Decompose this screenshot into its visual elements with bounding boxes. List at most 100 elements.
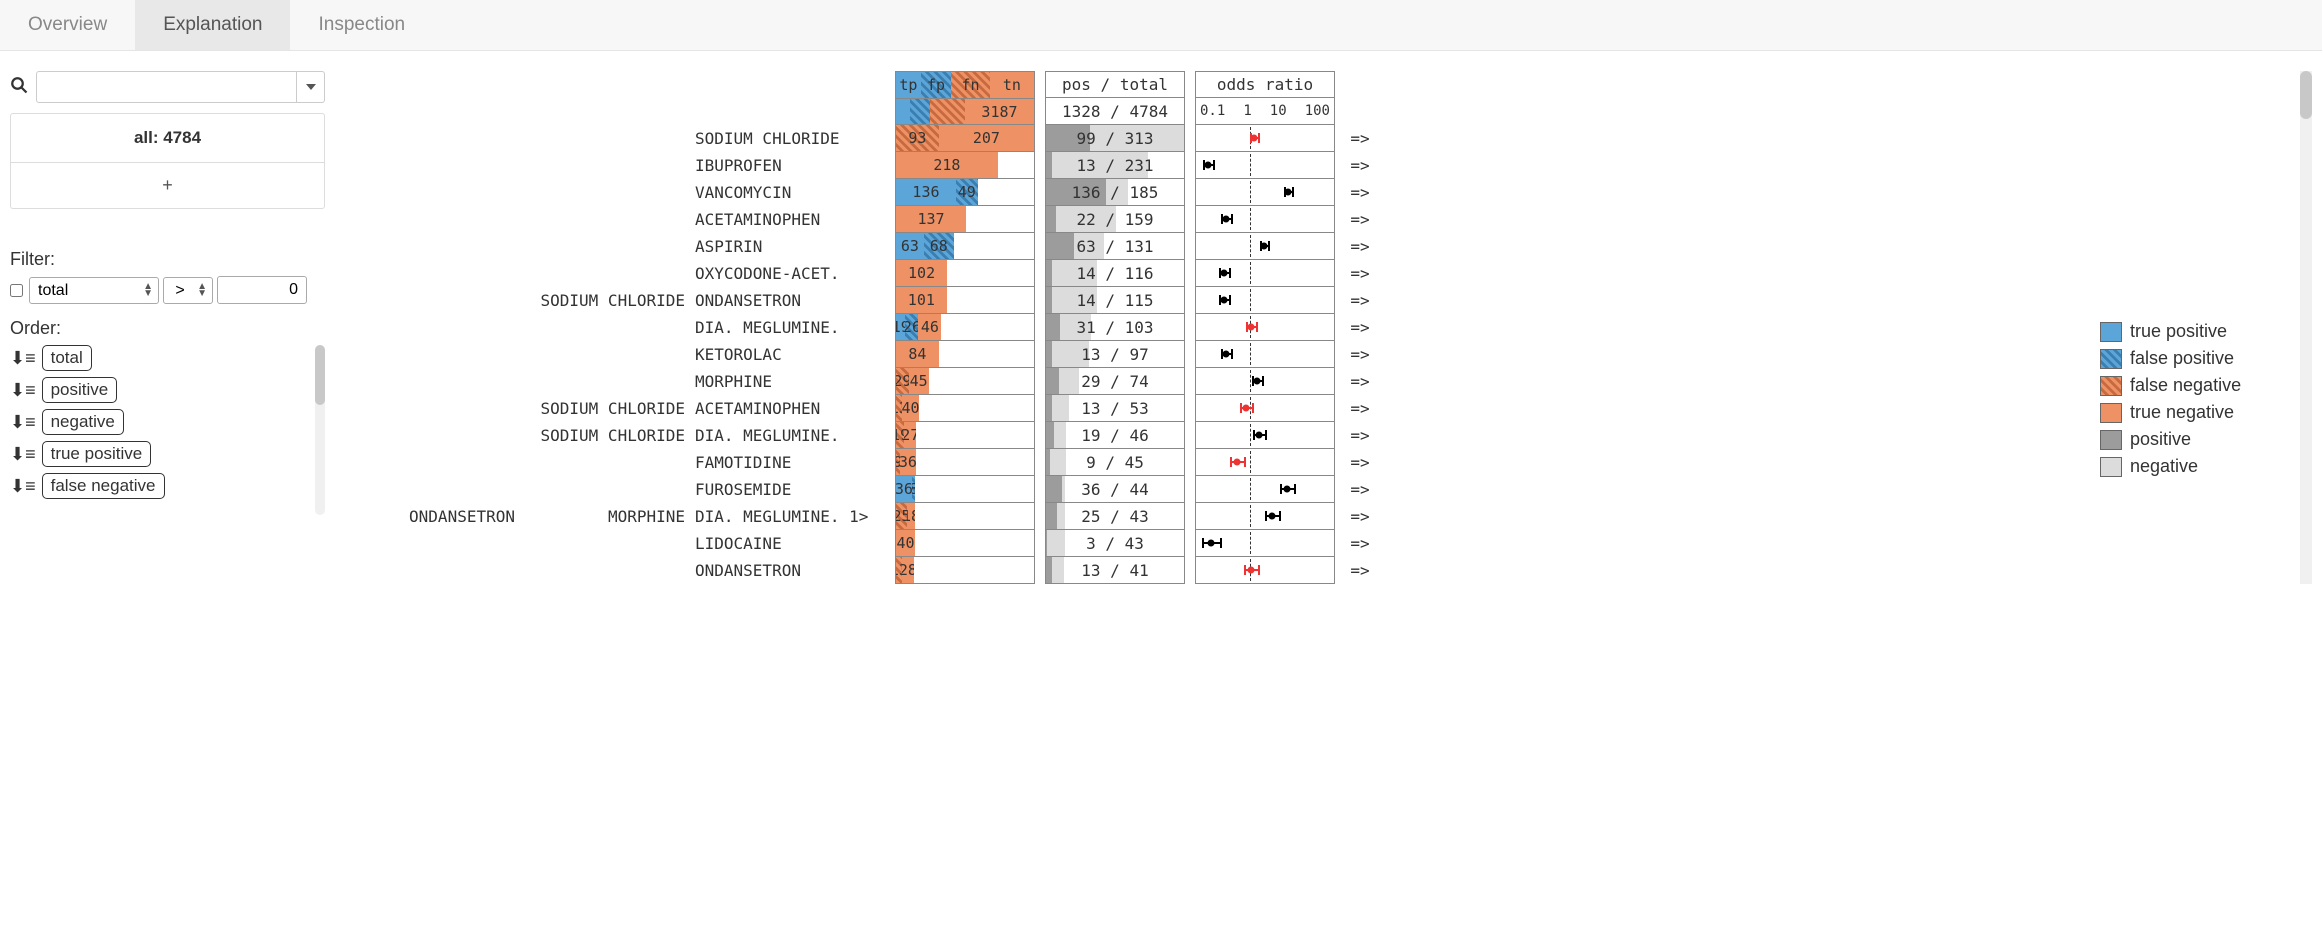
expand-arrow[interactable]: =>: [1335, 530, 1385, 557]
row-name[interactable]: KETOROLAC: [695, 341, 895, 368]
expand-arrow[interactable]: =>: [1335, 395, 1385, 422]
legend-item-pos: positive: [2100, 429, 2280, 450]
order-list: ⬇≡ total ⬇≡ positive ⬇≡ negative ⬇≡ true positi…: [10, 345, 307, 515]
order-label: Order:: [10, 318, 325, 339]
legend: true positive false positive false negativ…: [2100, 71, 2280, 584]
arrow-column: =>=>=>=>=>=>=>=>=>=>=>=>=>=>=>=>=>: [1335, 71, 1385, 584]
legend-label: positive: [2130, 429, 2191, 450]
expand-arrow[interactable]: =>: [1335, 449, 1385, 476]
legend-swatch: [2100, 430, 2122, 450]
filter-op-select[interactable]: >: [163, 277, 213, 304]
subset-box: all: 4784 +: [10, 113, 325, 209]
tab-overview[interactable]: Overview: [0, 0, 135, 50]
legend-label: negative: [2130, 456, 2198, 477]
row-name[interactable]: FAMOTIDINE: [695, 449, 895, 476]
name-column: SODIUM CHLORIDEIBUPROFENVANCOMYCINACETAM…: [695, 71, 895, 584]
tabs: Overview Explanation Inspection: [0, 0, 2322, 51]
row-name[interactable]: ONDANSETRON: [695, 557, 895, 584]
confusion-column: tpfpfntn 3187 93207218136491376368102101…: [895, 71, 1035, 584]
legend-item-fp: false positive: [2100, 348, 2280, 369]
row-name[interactable]: OXYCODONE-ACET.: [695, 260, 895, 287]
legend-swatch: [2100, 376, 2122, 396]
page-scrollbar[interactable]: [2300, 71, 2312, 584]
search-icon: [10, 76, 28, 99]
expand-arrow[interactable]: =>: [1335, 557, 1385, 584]
order-pill[interactable]: total: [42, 345, 92, 371]
legend-item-neg: negative: [2100, 456, 2280, 477]
confusion-header-tn: tn: [990, 72, 1034, 98]
add-subset-button[interactable]: +: [11, 162, 324, 208]
expand-arrow[interactable]: =>: [1335, 476, 1385, 503]
legend-swatch: [2100, 403, 2122, 423]
expand-arrow[interactable]: =>: [1335, 422, 1385, 449]
legend-label: false negative: [2130, 375, 2241, 396]
ratio-column: pos / total 1328 / 4784 99 / 31313 / 231…: [1045, 71, 1185, 584]
expand-arrow[interactable]: =>: [1335, 368, 1385, 395]
expand-arrow[interactable]: =>: [1335, 287, 1385, 314]
expand-arrow[interactable]: =>: [1335, 206, 1385, 233]
row-name[interactable]: SODIUM CHLORIDE: [695, 125, 895, 152]
row-name[interactable]: ONDANSETRON: [695, 287, 895, 314]
order-pill[interactable]: false negative: [42, 473, 165, 499]
row-name[interactable]: VANCOMYCIN: [695, 179, 895, 206]
filter-field-select[interactable]: total: [29, 277, 159, 304]
row-name[interactable]: DIA. MEGLUMINE.: [695, 422, 895, 449]
row-name[interactable]: IBUPROFEN: [695, 152, 895, 179]
expand-arrow[interactable]: =>: [1335, 152, 1385, 179]
legend-item-fn: false negative: [2100, 375, 2280, 396]
order-pill[interactable]: negative: [42, 409, 124, 435]
sort-desc-icon[interactable]: ⬇≡: [10, 348, 36, 369]
legend-swatch: [2100, 322, 2122, 342]
order-scrollbar[interactable]: [315, 345, 325, 515]
filter-toggle-checkbox[interactable]: [10, 284, 23, 297]
sort-desc-icon[interactable]: ⬇≡: [10, 476, 36, 497]
expand-arrow[interactable]: =>: [1335, 260, 1385, 287]
search-input[interactable]: [36, 71, 297, 103]
legend-swatch: [2100, 457, 2122, 477]
sort-desc-icon[interactable]: ⬇≡: [10, 412, 36, 433]
expand-arrow[interactable]: =>: [1335, 179, 1385, 206]
row-name[interactable]: MORPHINE: [695, 368, 895, 395]
search-dropdown-button[interactable]: [297, 71, 325, 103]
row-name[interactable]: DIA. MEGLUMINE.: [695, 314, 895, 341]
confusion-total: 3187: [895, 98, 1035, 125]
order-pill[interactable]: true positive: [42, 441, 152, 467]
all-label: all: 4784: [134, 128, 201, 147]
row-name[interactable]: ASPIRIN: [695, 233, 895, 260]
sort-desc-icon[interactable]: ⬇≡: [10, 444, 36, 465]
expand-arrow[interactable]: =>: [1335, 503, 1385, 530]
filter-value-input[interactable]: [217, 276, 307, 304]
tab-explanation[interactable]: Explanation: [135, 0, 290, 50]
ratio-header: pos / total: [1045, 71, 1185, 98]
order-pill[interactable]: positive: [42, 377, 118, 403]
confusion-header-tp: tp: [896, 72, 921, 98]
expand-arrow[interactable]: =>: [1335, 125, 1385, 152]
odds-scale: 0.1110100: [1195, 98, 1335, 125]
expand-arrow[interactable]: =>: [1335, 233, 1385, 260]
legend-label: false positive: [2130, 348, 2234, 369]
confusion-header-fp: fp: [921, 72, 951, 98]
confusion-header-fn: fn: [951, 72, 990, 98]
sidebar: all: 4784 + Filter: total ▲▼ > ▲▼ Order:…: [10, 71, 325, 584]
legend-swatch: [2100, 349, 2122, 369]
prefix1-column: ONDANSETRON: [345, 71, 525, 584]
odds-header: odds ratio: [1195, 71, 1335, 98]
confusion-header: tpfpfntn: [895, 71, 1035, 98]
prefix2-column: SODIUM CHLORIDESODIUM CHLORIDESODIUM CHL…: [525, 71, 695, 584]
sort-desc-icon[interactable]: ⬇≡: [10, 380, 36, 401]
ratio-total: 1328 / 4784: [1045, 98, 1185, 125]
filter-label: Filter:: [10, 249, 325, 270]
expand-arrow[interactable]: =>: [1335, 341, 1385, 368]
tab-inspection[interactable]: Inspection: [290, 0, 433, 50]
legend-label: true negative: [2130, 402, 2234, 423]
legend-label: true positive: [2130, 321, 2227, 342]
legend-item-tn: true negative: [2100, 402, 2280, 423]
expand-arrow[interactable]: =>: [1335, 314, 1385, 341]
odds-column: odds ratio 0.1110100: [1195, 71, 1335, 584]
row-name[interactable]: ACETAMINOPHEN: [695, 395, 895, 422]
row-name[interactable]: DIA. MEGLUMINE. 1>: [695, 503, 895, 530]
row-name[interactable]: LIDOCAINE: [695, 530, 895, 557]
row-name[interactable]: FUROSEMIDE: [695, 476, 895, 503]
row-name[interactable]: ACETAMINOPHEN: [695, 206, 895, 233]
legend-item-tp: true positive: [2100, 321, 2280, 342]
